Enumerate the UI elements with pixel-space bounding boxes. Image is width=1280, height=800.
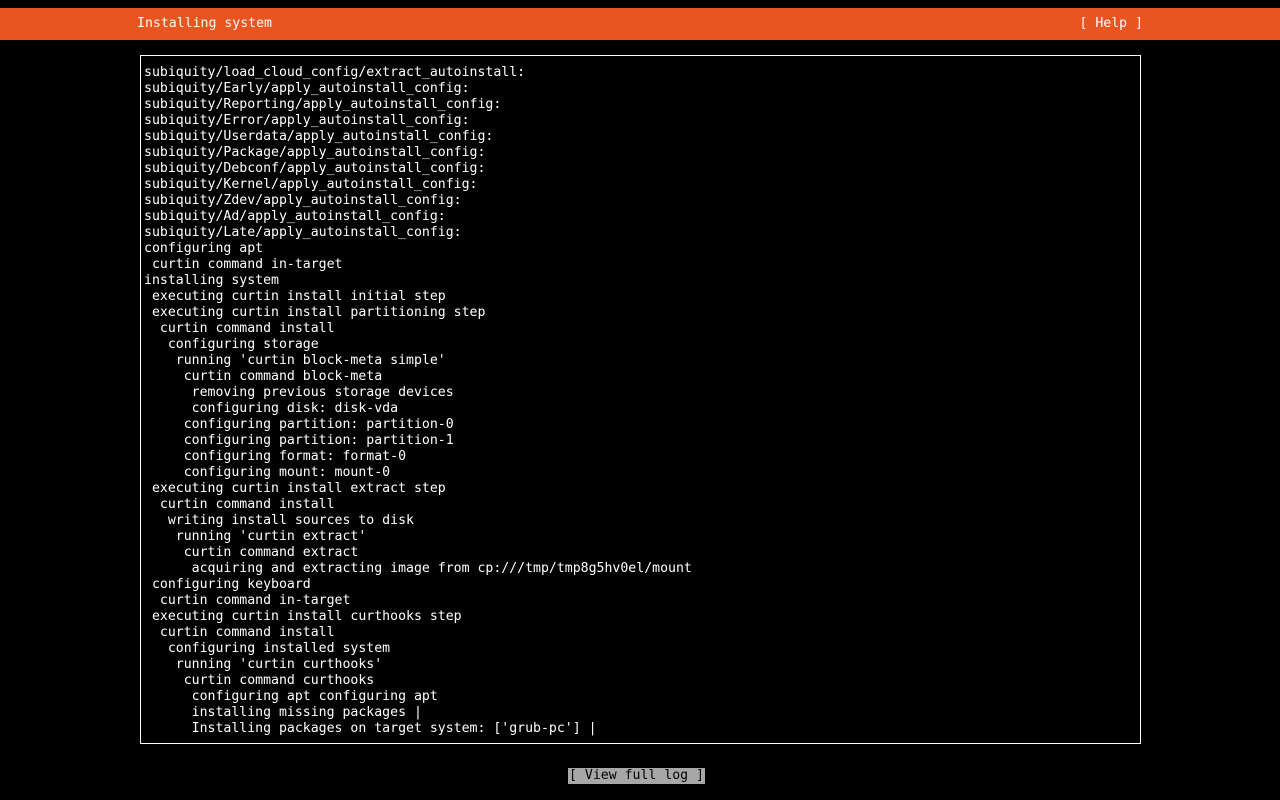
log-line: acquiring and extracting image from cp:/…	[144, 561, 692, 576]
log-line: subiquity/Kernel/apply_autoinstall_confi…	[144, 177, 478, 192]
log-line: executing curtin install initial step	[144, 289, 446, 304]
log-line: installing missing packages |	[144, 705, 422, 720]
log-line: configuring partition: partition-0	[144, 417, 454, 432]
log-line: curtin command install	[144, 625, 335, 640]
log-line: executing curtin install partitioning st…	[144, 305, 486, 320]
log-line: configuring installed system	[144, 641, 391, 656]
log-line: removing previous storage devices	[144, 385, 454, 400]
log-line: curtin command install	[144, 497, 335, 512]
log-line: writing install sources to disk	[144, 513, 414, 528]
log-line: configuring mount: mount-0	[144, 465, 391, 480]
log-line: subiquity/Late/apply_autoinstall_config:	[144, 225, 462, 240]
log-line: configuring disk: disk-vda	[144, 401, 399, 416]
log-line: curtin command install	[144, 321, 335, 336]
log-line: configuring partition: partition-1	[144, 433, 454, 448]
log-line: Installing packages on target system: ['…	[144, 721, 597, 736]
log-line: executing curtin install curthooks step	[144, 609, 462, 624]
log-line: executing curtin install extract step	[144, 481, 446, 496]
log-line: curtin command extract	[144, 545, 359, 560]
log-line: subiquity/Zdev/apply_autoinstall_config:	[144, 193, 462, 208]
log-lines: subiquity/load_cloud_config/extract_auto…	[144, 65, 1137, 737]
log-line: subiquity/Userdata/apply_autoinstall_con…	[144, 129, 494, 144]
log-line: running 'curtin extract'	[144, 529, 367, 544]
log-line: subiquity/Error/apply_autoinstall_config…	[144, 113, 470, 128]
log-line: subiquity/Reporting/apply_autoinstall_co…	[144, 97, 502, 112]
log-line: configuring format: format-0	[144, 449, 407, 464]
log-line: subiquity/Debconf/apply_autoinstall_conf…	[144, 161, 486, 176]
view-full-log-button[interactable]: [ View full log ]	[568, 768, 705, 784]
page-title: Installing system	[137, 16, 272, 31]
log-line: configuring apt	[144, 241, 264, 256]
log-line: configuring keyboard	[144, 577, 311, 592]
log-line: configuring storage	[144, 337, 319, 352]
log-line: curtin command curthooks	[144, 673, 375, 688]
log-line: installing system	[144, 273, 279, 288]
log-line: curtin command block-meta	[144, 369, 383, 384]
log-line: curtin command in-target	[144, 257, 343, 272]
log-line: subiquity/load_cloud_config/extract_auto…	[144, 65, 526, 80]
log-line: subiquity/Early/apply_autoinstall_config…	[144, 81, 470, 96]
log-line: running 'curtin curthooks'	[144, 657, 383, 672]
install-log-panel[interactable]: subiquity/load_cloud_config/extract_auto…	[140, 55, 1141, 744]
log-line: subiquity/Ad/apply_autoinstall_config:	[144, 209, 446, 224]
log-line: running 'curtin block-meta simple'	[144, 353, 446, 368]
help-button[interactable]: [ Help ]	[1079, 16, 1143, 32]
log-line: subiquity/Package/apply_autoinstall_conf…	[144, 145, 486, 160]
title-bar: Installing system [ Help ]	[0, 8, 1280, 40]
log-line: curtin command in-target	[144, 593, 351, 608]
log-line: configuring apt configuring apt	[144, 689, 438, 704]
